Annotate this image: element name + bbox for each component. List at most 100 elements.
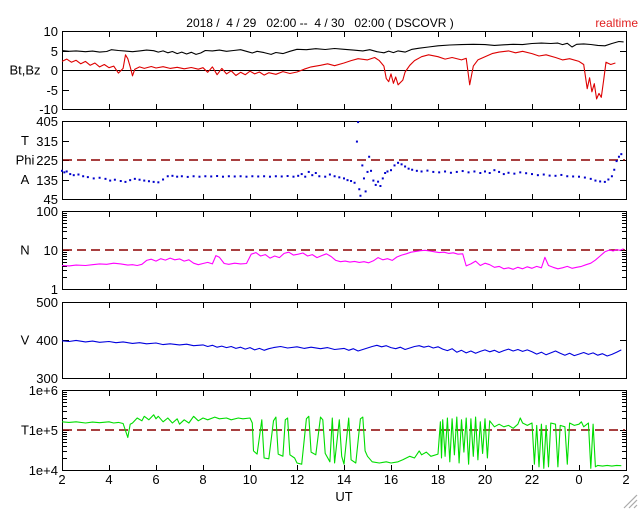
data-dot: [461, 170, 464, 173]
data-dot: [411, 168, 414, 171]
data-dot: [113, 178, 116, 181]
data-dot: [292, 175, 295, 178]
x-tick-label: 2: [622, 472, 629, 487]
y-tick-label: 315: [36, 134, 58, 149]
data-dot: [338, 176, 341, 179]
data-dot: [381, 177, 384, 180]
data-dot: [143, 179, 146, 182]
data-dot: [620, 153, 623, 156]
y-tick-label: 1e+4: [29, 463, 58, 478]
axis-caption-a: A: [21, 172, 30, 187]
data-dot: [583, 176, 586, 179]
panel-phi: 40531522513545TPhiA: [16, 114, 627, 207]
data-dot: [613, 168, 616, 171]
data-dot: [589, 177, 592, 180]
data-dot: [362, 177, 365, 180]
data-dot: [119, 180, 122, 183]
data-dot: [542, 173, 545, 176]
data-dot: [594, 179, 597, 182]
series-v-line: [61, 339, 622, 357]
data-dot: [393, 164, 396, 167]
data-dot: [488, 172, 491, 174]
data-dot: [311, 174, 314, 177]
data-dot: [607, 178, 610, 181]
data-dot: [129, 179, 132, 182]
data-dot: [268, 175, 271, 178]
data-dot: [227, 175, 230, 178]
data-dot: [374, 183, 377, 186]
data-dot: [147, 180, 150, 183]
data-dot: [548, 174, 551, 177]
data-dot: [171, 174, 174, 177]
data-dot: [152, 180, 155, 183]
data-dot: [519, 171, 522, 174]
data-dot: [572, 175, 575, 178]
data-dot: [251, 175, 254, 178]
panel-frame: [62, 302, 627, 379]
data-dot: [86, 176, 89, 179]
axis-caption-t: T: [21, 133, 29, 148]
data-dot: [390, 169, 392, 172]
data-dot: [333, 175, 336, 178]
data-dot: [324, 175, 327, 178]
data-dot: [397, 161, 400, 164]
data-dot: [353, 181, 356, 184]
data-dot: [221, 175, 224, 178]
x-tick-label: 10: [243, 472, 257, 487]
axis-caption-btbz: Bt,Bz: [9, 63, 40, 78]
resize-grip-icon[interactable]: [621, 493, 638, 509]
data-dot: [513, 172, 516, 175]
data-dot: [507, 171, 510, 174]
data-dot: [525, 172, 528, 175]
data-dot: [61, 169, 63, 172]
y-tick-label: 135: [36, 173, 58, 188]
y-tick-label: 1e+5: [29, 423, 58, 438]
x-tick-label: 20: [478, 472, 492, 487]
x-tick-label: 8: [199, 472, 206, 487]
data-dot: [216, 175, 219, 178]
data-dot: [297, 174, 300, 177]
panel-n: 100101N: [20, 204, 627, 297]
data-dot: [420, 170, 423, 173]
x-axis-title: UT: [335, 489, 352, 504]
data-dot: [407, 167, 410, 170]
data-dot: [176, 175, 179, 178]
series-t-line: [61, 414, 622, 469]
data-dot: [358, 188, 361, 191]
x-tick-label: 0: [575, 472, 582, 487]
axis-caption-v: V: [21, 333, 30, 348]
data-dot: [286, 175, 289, 178]
data-dot: [346, 179, 349, 182]
data-dot: [138, 178, 141, 181]
data-dot: [449, 171, 452, 174]
data-dot: [566, 175, 569, 178]
data-dot: [204, 175, 207, 178]
data-dot: [603, 180, 606, 183]
data-dot: [444, 170, 447, 173]
data-dot: [63, 171, 66, 174]
x-tick-label: 4: [105, 472, 112, 487]
data-dot: [263, 175, 266, 178]
x-tick-label: 6: [152, 472, 159, 487]
data-dot: [124, 180, 127, 183]
data-dot: [166, 175, 169, 178]
data-dot: [77, 173, 80, 176]
data-dot: [368, 155, 371, 158]
data-dot: [404, 165, 407, 168]
y-tick-label: 10: [44, 24, 58, 39]
data-dot: [426, 169, 429, 172]
data-dot: [531, 173, 533, 176]
data-dot: [157, 181, 160, 184]
y-tick-label: 400: [36, 333, 58, 348]
y-tick-label: 0: [51, 63, 58, 78]
data-dot: [498, 170, 501, 173]
data-dot: [162, 178, 165, 181]
data-dot: [617, 155, 620, 158]
y-tick-label: 5: [51, 44, 58, 59]
data-dot: [69, 173, 72, 176]
data-dot: [502, 173, 505, 176]
x-tick-label: 14: [337, 472, 351, 487]
data-dot: [72, 174, 75, 177]
data-dot: [384, 172, 387, 174]
panel-axes-v: [62, 302, 627, 379]
